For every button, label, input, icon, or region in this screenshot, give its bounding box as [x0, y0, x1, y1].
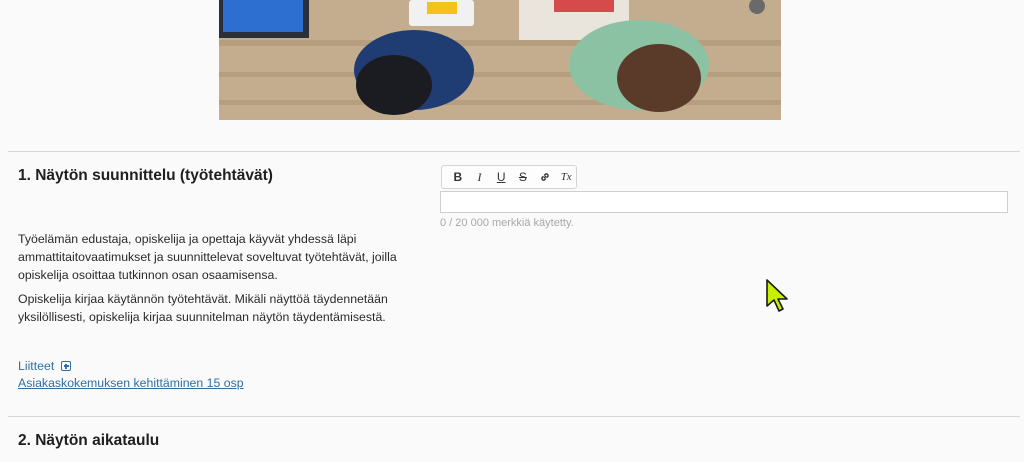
underline-icon: U — [496, 170, 506, 184]
editor-toolbar: B I U S Tx — [441, 165, 577, 189]
clear-format-icon: Tx — [560, 171, 572, 183]
bold-button[interactable]: B — [448, 167, 468, 187]
italic-button[interactable]: I — [470, 167, 490, 187]
mouse-cursor-icon — [766, 279, 788, 312]
hero-image — [219, 0, 781, 120]
description-paragraph-1: Työelämän edustaja, opiskelija ja opetta… — [18, 232, 397, 282]
section-2-title: 2. Näytön aikataulu — [18, 432, 160, 449]
link-button[interactable] — [535, 167, 555, 187]
section-divider-top — [8, 151, 1020, 152]
section-1-description: Työelämän edustaja, opiskelija ja opetta… — [18, 230, 408, 332]
attachments-toggle[interactable]: Liitteet — [18, 359, 72, 373]
italic-icon: I — [477, 169, 482, 184]
strikethrough-button[interactable]: S — [513, 167, 533, 187]
plus-icon[interactable] — [61, 361, 72, 371]
strikethrough-icon: S — [518, 170, 527, 184]
bold-icon: B — [453, 170, 463, 184]
clear-format-button[interactable]: Tx — [556, 167, 576, 187]
attachments-label[interactable]: Liitteet — [18, 359, 54, 373]
section-1-title: 1. Näytön suunnittelu (työtehtävät) — [18, 167, 273, 184]
section-divider-bottom — [8, 416, 1020, 417]
attachment-link[interactable]: Asiakaskokemuksen kehittäminen 15 osp — [18, 376, 244, 390]
link-icon — [540, 173, 549, 181]
character-counter: 0 / 20 000 merkkiä käytetty. — [440, 217, 574, 229]
underline-button[interactable]: U — [491, 167, 511, 187]
description-paragraph-2: Opiskelija kirjaa käytännön työtehtävät.… — [18, 292, 388, 324]
text-editor-input[interactable] — [440, 191, 1008, 213]
